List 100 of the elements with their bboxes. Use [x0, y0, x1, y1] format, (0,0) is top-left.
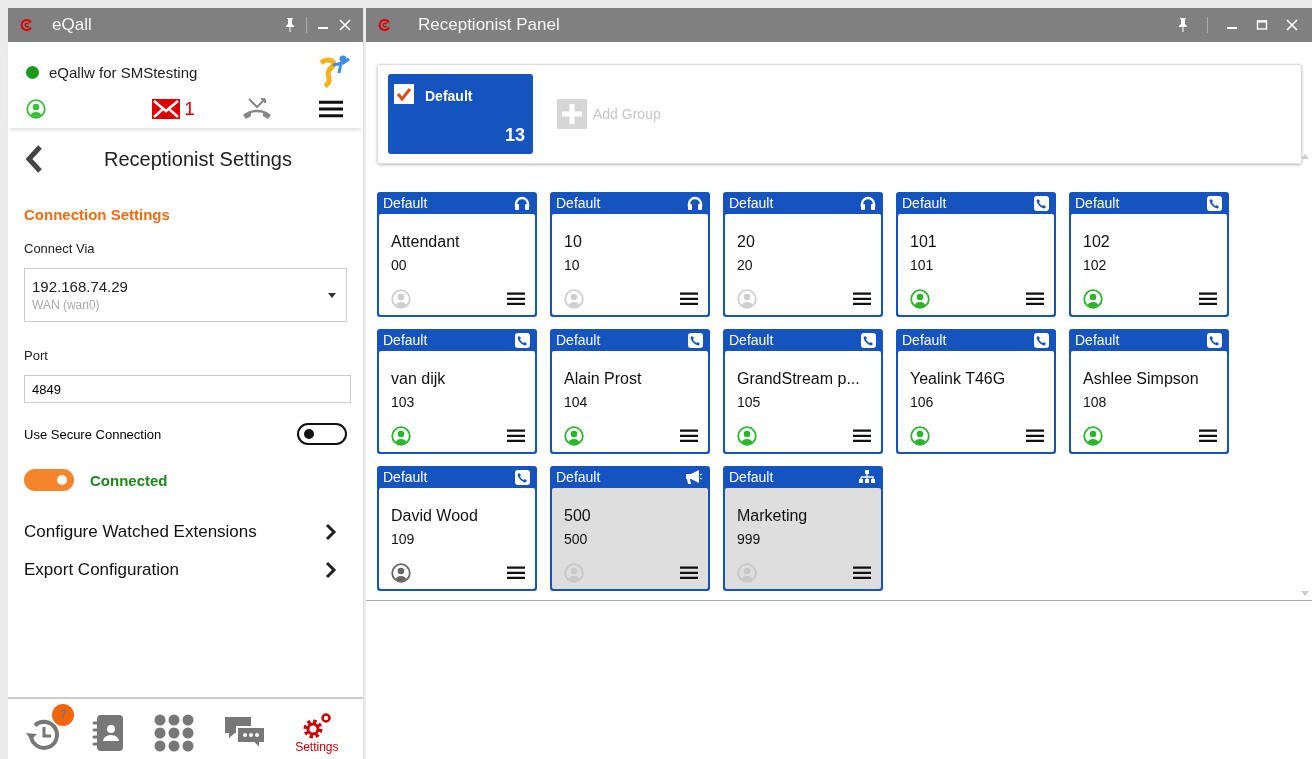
extension-number: 00 — [391, 257, 408, 275]
menu-icon[interactable] — [507, 566, 525, 580]
megaphone-icon — [685, 470, 703, 484]
extension-number: 500 — [564, 531, 589, 549]
extension-card[interactable]: Default Ashlee Simpson 108 — [1069, 329, 1229, 454]
extension-card[interactable]: Default Yealink T46G 106 — [896, 329, 1056, 454]
extension-name: 102 — [1083, 233, 1111, 251]
profile-icon — [26, 99, 46, 119]
secure-toggle[interactable] — [297, 423, 347, 445]
pin-icon[interactable] — [1177, 17, 1189, 33]
phone-icon — [515, 469, 530, 485]
extension-number: 103 — [391, 394, 416, 412]
phone-icon — [688, 332, 703, 348]
group-label: Default — [729, 195, 774, 211]
group-tile[interactable]: Default 13 — [388, 74, 533, 154]
headset-icon — [514, 195, 530, 211]
extension-card[interactable]: Default David Wood 109 — [377, 466, 537, 591]
extension-number: 106 — [910, 394, 935, 412]
connection-toggle[interactable] — [24, 469, 74, 491]
menu-icon[interactable] — [1026, 429, 1044, 443]
extension-number: 109 — [391, 531, 416, 549]
menu-icon[interactable] — [853, 429, 871, 443]
extension-number: 102 — [1083, 257, 1108, 275]
hang-up-icon[interactable] — [240, 97, 273, 121]
plus-icon — [557, 99, 587, 129]
footer-tab[interactable]: Settings — [293, 702, 350, 756]
menu-icon[interactable] — [680, 429, 698, 443]
group-label: Default — [902, 332, 947, 348]
extension-number: 104 — [564, 394, 589, 412]
extension-card[interactable]: Default 102 102 — [1069, 192, 1229, 317]
port-field[interactable]: 4849 — [24, 375, 351, 403]
group-checkbox[interactable] — [394, 84, 414, 104]
extension-card[interactable]: Default 20 20 — [723, 192, 883, 317]
window-title: Receptionist Panel — [418, 15, 561, 35]
chevron-right-icon — [325, 523, 337, 541]
extension-name: 20 — [737, 233, 756, 251]
menu-icon[interactable] — [1199, 292, 1217, 306]
section-title: Connection Settings — [24, 206, 171, 223]
check-icon — [396, 87, 412, 101]
connect-via-dropdown[interactable]: 192.168.74.29 WAN (wan0) — [24, 268, 347, 322]
caret-icon — [328, 292, 336, 298]
mail-icon[interactable] — [152, 99, 181, 119]
group-label: Default — [902, 195, 947, 211]
extension-card[interactable]: Default 101 101 — [896, 192, 1056, 317]
count-badge: 7 — [52, 703, 75, 726]
extension-number: 108 — [1083, 394, 1108, 412]
dialpad-icon — [153, 712, 196, 753]
extension-name: Marketing — [737, 507, 809, 525]
extension-name: 500 — [564, 507, 592, 525]
extension-number: 105 — [737, 394, 762, 412]
phone-icon — [1034, 332, 1049, 348]
phone-icon — [1034, 195, 1049, 211]
group-label: Default — [383, 469, 428, 485]
menu-icon[interactable] — [319, 100, 343, 118]
extension-card[interactable]: Default 10 10 — [550, 192, 710, 317]
extension-card[interactable]: Default GrandStream p... 105 — [723, 329, 883, 454]
settings-link[interactable]: Export Configuration — [24, 551, 347, 589]
menu-icon[interactable] — [1199, 429, 1217, 443]
settings-link[interactable]: Configure Watched Extensions — [24, 513, 347, 551]
extension-number: 10 — [564, 257, 581, 275]
extension-card[interactable]: Default Alain Prost 104 — [550, 329, 710, 454]
group-label: Default — [556, 469, 601, 485]
field-label: Port — [24, 348, 49, 363]
extension-name: Ashlee Simpson — [1083, 370, 1200, 388]
extension-name: Attendant — [391, 233, 461, 251]
pin-icon[interactable] — [284, 17, 296, 33]
group-label: Default — [1075, 332, 1120, 348]
dropdown-subtext: WAN (wan0) — [32, 298, 101, 312]
extension-card[interactable]: Default Attendant 00 — [377, 192, 537, 317]
extension-card[interactable]: Default van dijk 103 — [377, 329, 537, 454]
field-label: Connect Via — [24, 241, 96, 256]
org-chart-icon — [858, 470, 876, 484]
menu-icon[interactable] — [507, 429, 525, 443]
phone-icon — [1207, 332, 1222, 348]
group-label: Default — [729, 469, 774, 485]
chevron-right-icon — [325, 561, 337, 579]
menu-icon[interactable] — [1026, 292, 1044, 306]
group-label: Default — [556, 195, 601, 211]
maximize-icon[interactable] — [1256, 19, 1268, 31]
menu-icon[interactable] — [680, 292, 698, 306]
extension-name: 10 — [564, 233, 583, 251]
phone-icon — [515, 332, 530, 348]
menu-icon[interactable] — [507, 292, 525, 306]
group-label: Default — [1075, 195, 1120, 211]
group-label: Default — [383, 195, 428, 211]
message-count: 1 — [184, 98, 195, 120]
phone-icon — [1207, 195, 1222, 211]
close-icon[interactable] — [1286, 19, 1298, 31]
extension-number: 999 — [737, 531, 762, 549]
window-title: eQall — [52, 15, 93, 35]
page-title: Receptionist Settings — [104, 147, 292, 171]
toggle-label: Use Secure Connection — [24, 426, 162, 442]
menu-icon[interactable] — [853, 292, 871, 306]
close-icon[interactable] — [339, 19, 351, 31]
user-name: eQallw for SMStesting — [49, 63, 199, 81]
extension-name: GrandStream p... — [737, 370, 861, 388]
extension-name: Alain Prost — [564, 370, 643, 388]
extension-name: 101 — [910, 233, 938, 251]
back-icon[interactable] — [24, 144, 44, 174]
group-count: 13 — [504, 125, 525, 146]
